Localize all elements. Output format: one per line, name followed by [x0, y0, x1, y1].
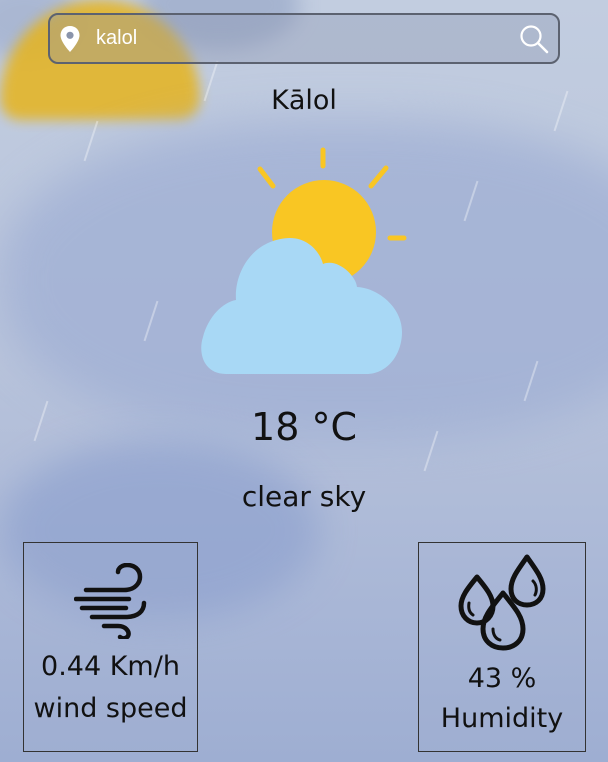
map-pin-icon — [60, 26, 80, 52]
temperature: 18 °C — [251, 405, 357, 449]
humidity-value: 43 % — [467, 663, 537, 694]
wind-speed-value: 0.44 Km/h — [41, 651, 180, 682]
wind-icon — [74, 563, 147, 639]
city-name: Kālol — [271, 85, 337, 116]
weather-description: clear sky — [241, 480, 367, 513]
search-icon[interactable] — [518, 23, 550, 55]
partly-cloudy-icon — [201, 147, 407, 374]
wind-card: 0.44 Km/h wind speed — [23, 542, 198, 752]
search-bar — [48, 13, 560, 64]
humidity-card: 43 % Humidity — [418, 542, 586, 752]
humidity-label: Humidity — [440, 703, 564, 734]
search-input[interactable] — [96, 15, 516, 62]
wind-speed-label: wind speed — [33, 693, 188, 724]
humidity-drops-icon — [458, 554, 546, 651]
